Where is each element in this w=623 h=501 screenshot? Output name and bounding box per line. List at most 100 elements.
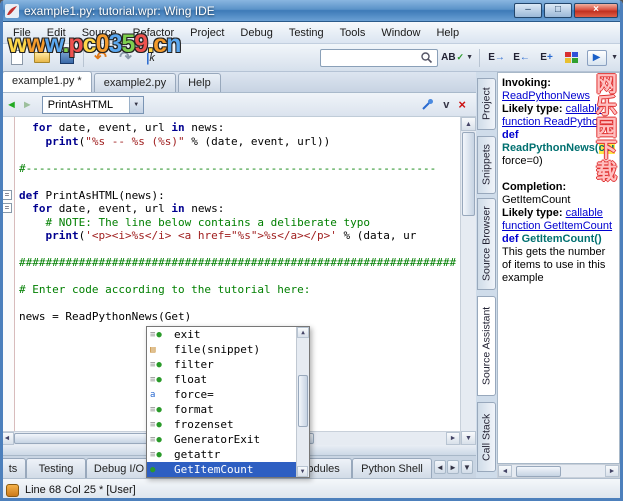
panel-tab-call-stack[interactable]: Call Stack <box>477 402 496 472</box>
code-line[interactable]: # Enter code according to the tutorial h… <box>19 283 456 297</box>
assistant-line <box>502 168 615 181</box>
completion-item-float[interactable]: ≡ ● float <box>147 372 297 387</box>
scroll-right-icon[interactable]: ► <box>605 465 619 477</box>
completion-item-frozenset[interactable]: ≡ ● frozenset <box>147 417 297 432</box>
code-line[interactable]: print('<p><i>%s</i> <a href="%s">%s</a><… <box>19 229 456 243</box>
code-line[interactable]: def PrintAsHTML(news): <box>19 189 456 203</box>
tab-scroll-left-icon[interactable]: ◄ <box>434 460 446 474</box>
right-panel-tab-strip: Project Snippets Source Browser Source Assi… <box>476 72 497 478</box>
menu-item-source[interactable]: Source <box>74 23 125 43</box>
code-line[interactable] <box>19 175 456 189</box>
e-left-button[interactable]: E← <box>510 46 533 69</box>
bottom-tab-python-shell[interactable]: Python Shell <box>352 458 432 478</box>
panel-tab-snippets[interactable]: Snippets <box>477 136 496 194</box>
search-input[interactable] <box>324 50 421 65</box>
debug-run-button[interactable]: ▶ <box>585 46 608 69</box>
back-arrow-button[interactable]: ◄ <box>6 99 17 111</box>
forward-arrow-button[interactable]: ► <box>22 99 33 111</box>
assistant-link[interactable]: function ReadPythonNews <box>502 116 615 128</box>
menu-item-window[interactable]: Window <box>373 23 428 43</box>
popup-scroll-thumb[interactable] <box>298 375 308 427</box>
completion-item-getattr[interactable]: ≡ ● getattr <box>147 447 297 462</box>
search-field[interactable] <box>320 48 439 67</box>
tab-scroll-right-icon[interactable]: ► <box>447 460 459 474</box>
completion-item-format[interactable]: ≡ ● format <box>147 402 297 417</box>
code-line[interactable] <box>19 243 456 257</box>
code-line[interactable]: #---------------------------------------… <box>19 162 456 176</box>
fold-marker[interactable]: = <box>2 189 12 200</box>
completion-item-filter[interactable]: ≡ ● filter <box>147 357 297 372</box>
menu-item-debug[interactable]: Debug <box>232 23 280 43</box>
bottom-tab-ts[interactable]: ts <box>0 458 26 478</box>
assistant-link[interactable]: callable <box>566 103 603 115</box>
pin-icon[interactable] <box>421 98 434 111</box>
panel-horizontal-scrollbar[interactable]: ◄ ► <box>497 464 620 478</box>
menu-item-help[interactable]: Help <box>428 23 467 43</box>
scroll-left-icon[interactable]: ◄ <box>0 432 14 445</box>
code-line[interactable]: print("%s -- %s (%s)" % (date, event, ur… <box>19 135 456 149</box>
code-line[interactable]: news = ReadPythonNews(Get) <box>19 310 456 324</box>
menu-item-refactor[interactable]: Refactor <box>125 23 183 43</box>
completion-item-getitemcount[interactable]: ● GetItemCount <box>147 462 297 477</box>
menu-item-project[interactable]: Project <box>182 23 232 43</box>
new-file-button[interactable] <box>5 46 28 69</box>
undo-button[interactable]: ↶ <box>89 46 112 69</box>
editor-tab-example1-py[interactable]: example1.py * <box>2 71 92 92</box>
editor-vertical-scrollbar[interactable]: ▲ ▼ <box>460 117 476 445</box>
completion-item-generatorexit[interactable]: ≡ ● GeneratorExit <box>147 432 297 447</box>
e-right-button[interactable]: E→ <box>485 46 508 69</box>
code-line[interactable]: for date, event, url in news: <box>19 202 456 216</box>
run-dropdown-icon[interactable]: ▼ <box>611 54 618 61</box>
panel-tab-source-browser[interactable]: Source Browser <box>477 198 496 290</box>
scroll-right-icon[interactable]: ► <box>446 432 460 445</box>
code-line[interactable]: ########################################… <box>19 256 456 270</box>
panel-tab-source-assistant[interactable]: Source Assistant <box>477 296 496 396</box>
goto-symbol-button[interactable]: | k <box>139 46 162 69</box>
completion-item-force[interactable]: a force= <box>147 387 297 402</box>
panel-scroll-thumb[interactable] <box>516 466 561 477</box>
scroll-up-icon[interactable]: ▲ <box>297 327 309 338</box>
close-editor-button[interactable]: × <box>458 97 466 112</box>
maximize-button[interactable]: □ <box>544 3 572 18</box>
bottom-tab-debug-i-o[interactable]: Debug I/O <box>86 458 152 478</box>
code-line[interactable] <box>19 297 456 311</box>
redo-button[interactable]: ↷ <box>114 46 137 69</box>
menu-item-file[interactable]: File <box>5 23 39 43</box>
editor-tab-example2-py[interactable]: example2.py <box>93 73 177 92</box>
bottom-tab-testing[interactable]: Testing <box>26 458 86 478</box>
scroll-down-icon[interactable]: ▼ <box>461 431 476 445</box>
assistant-link[interactable]: function GetItemCount <box>502 220 612 232</box>
code-line[interactable] <box>19 148 456 162</box>
completion-item-exit[interactable]: ≡ ● exit <box>147 327 297 342</box>
source-assistant-panel: Invoking: ReadPythonNews Likely type: call… <box>497 72 620 464</box>
scroll-left-icon[interactable]: ◄ <box>498 465 512 477</box>
code-line[interactable]: # NOTE: The line below contains a delibe… <box>19 216 456 230</box>
symbol-dropdown[interactable]: PrintAsHTML ▼ <box>41 95 144 114</box>
menu-item-testing[interactable]: Testing <box>281 23 332 43</box>
editor-tab-help[interactable]: Help <box>178 73 221 92</box>
menu-item-edit[interactable]: Edit <box>39 23 74 43</box>
scroll-down-icon[interactable]: ▼ <box>297 466 308 477</box>
spellcheck-button[interactable]: AB ✓ ▼ <box>440 46 474 69</box>
menu-bar: File Edit Source Refactor Project Debug Testin… <box>0 22 623 44</box>
tab-menu-icon[interactable]: ▼ <box>461 460 473 474</box>
vertical-scroll-thumb[interactable] <box>462 132 475 216</box>
popup-scrollbar[interactable]: ▲ ▼ <box>296 327 309 477</box>
chevron-icon[interactable]: v <box>443 99 449 111</box>
palette-button[interactable] <box>560 46 583 69</box>
panel-tab-project[interactable]: Project <box>477 78 496 130</box>
assistant-link[interactable]: callable <box>566 207 603 219</box>
code-line[interactable] <box>19 270 456 284</box>
close-button[interactable]: × <box>574 3 618 18</box>
scroll-up-icon[interactable]: ▲ <box>461 117 476 131</box>
code-line[interactable]: for date, event, url in news: <box>19 121 456 135</box>
menu-item-tools[interactable]: Tools <box>332 23 374 43</box>
fold-marker[interactable]: = <box>2 203 12 213</box>
assistant-line: Likely type: callable <box>502 103 603 115</box>
assistant-link[interactable]: ReadPythonNews <box>502 90 590 102</box>
open-file-button[interactable] <box>30 46 53 69</box>
save-button[interactable] <box>55 46 78 69</box>
minimize-button[interactable]: – <box>514 3 542 18</box>
completion-item-file-snippet[interactable]: ▤ file(snippet) <box>147 342 297 357</box>
e-plus-button[interactable]: E+ <box>535 46 558 69</box>
